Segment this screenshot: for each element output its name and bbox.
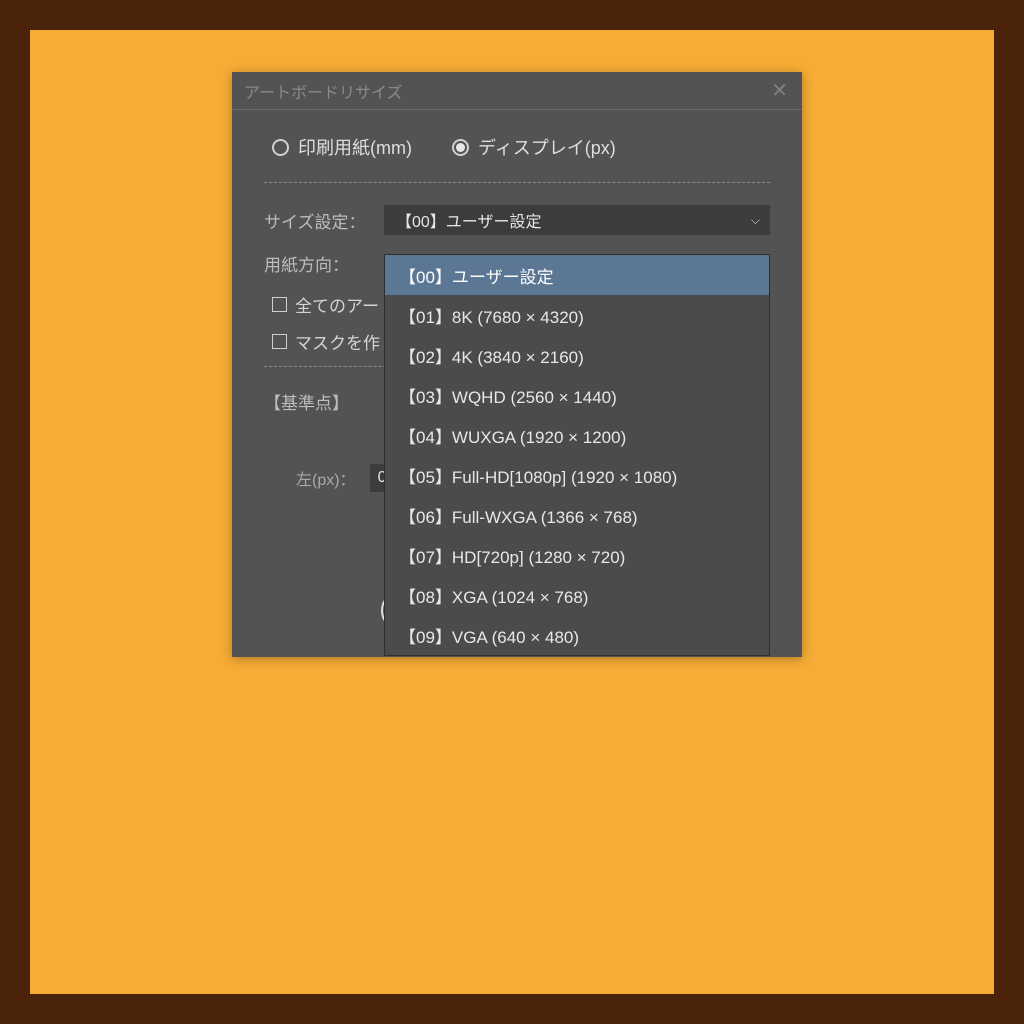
close-icon[interactable]: ✕: [771, 78, 788, 103]
checkbox-icon: [272, 297, 287, 312]
dropdown-item-2[interactable]: 【02】4K (3840 × 2160): [385, 335, 769, 375]
size-select[interactable]: 【00】ユーザー設定 ⌵: [384, 205, 770, 235]
dropdown-item-3[interactable]: 【03】WQHD (2560 × 1440): [385, 375, 769, 415]
checkbox-mask-label: マスクを作: [295, 329, 380, 354]
unit-radio-group: 印刷用紙(mm) ディスプレイ(px): [264, 134, 770, 160]
left-label: 左(px)：: [296, 466, 356, 490]
dialog-title: アートボードリサイズ: [244, 79, 403, 103]
size-dropdown-list[interactable]: 【00】ユーザー設定【01】8K (7680 × 4320)【02】4K (38…: [384, 254, 770, 656]
checkbox-all-label: 全てのアー: [295, 292, 379, 317]
dropdown-item-0[interactable]: 【00】ユーザー設定: [385, 255, 769, 295]
stage: アートボードリサイズ ✕ 印刷用紙(mm) ディスプレイ(px) サイズ設定： …: [30, 30, 994, 994]
chevron-down-icon: ⌵: [751, 213, 760, 228]
orientation-label: 用紙方向：: [264, 251, 384, 276]
dropdown-item-9[interactable]: 【09】VGA (640 × 480): [385, 615, 769, 655]
titlebar: アートボードリサイズ ✕: [232, 72, 802, 110]
radio-print-paper[interactable]: 印刷用紙(mm): [272, 134, 412, 160]
dropdown-item-7[interactable]: 【07】HD[720p] (1280 × 720): [385, 535, 769, 575]
radio-display-label: ディスプレイ(px): [478, 134, 616, 160]
radio-icon: [272, 139, 289, 156]
size-setting-row: サイズ設定： 【00】ユーザー設定 ⌵: [264, 205, 770, 235]
radio-display-px[interactable]: ディスプレイ(px): [452, 134, 616, 160]
size-select-value: 【00】ユーザー設定: [396, 208, 541, 232]
dropdown-item-8[interactable]: 【08】XGA (1024 × 768): [385, 575, 769, 615]
size-label: サイズ設定：: [264, 208, 384, 233]
resize-dialog: アートボードリサイズ ✕ 印刷用紙(mm) ディスプレイ(px) サイズ設定： …: [232, 72, 802, 657]
divider: [264, 182, 770, 183]
dropdown-item-4[interactable]: 【04】WUXGA (1920 × 1200): [385, 415, 769, 455]
dropdown-item-5[interactable]: 【05】Full-HD[1080p] (1920 × 1080): [385, 455, 769, 495]
radio-icon: [452, 139, 469, 156]
dialog-body: 印刷用紙(mm) ディスプレイ(px) サイズ設定： 【00】ユーザー設定 ⌵ …: [232, 110, 802, 657]
checkbox-icon: [272, 334, 287, 349]
radio-print-label: 印刷用紙(mm): [298, 134, 412, 160]
dropdown-item-6[interactable]: 【06】Full-WXGA (1366 × 768): [385, 495, 769, 535]
dropdown-item-1[interactable]: 【01】8K (7680 × 4320): [385, 295, 769, 335]
